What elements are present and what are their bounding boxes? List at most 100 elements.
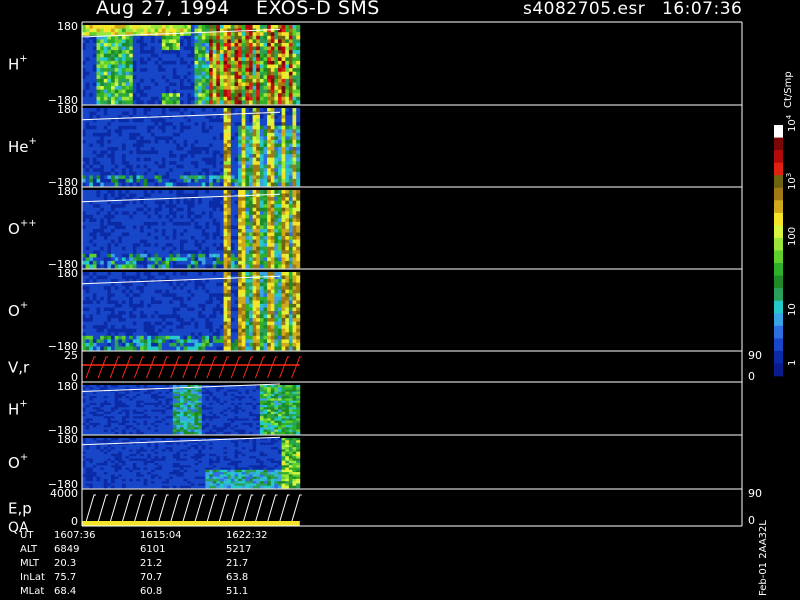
- spectrogram-cell: [281, 96, 286, 101]
- spectrogram-cell: [230, 53, 235, 58]
- spectrogram-cell: [176, 325, 181, 330]
- spectrogram-cell: [281, 39, 286, 44]
- spectrogram-cell: [245, 57, 250, 62]
- spectrogram-cell: [92, 335, 97, 340]
- spectrogram-cell: [169, 207, 174, 212]
- spectrogram-cell: [125, 204, 130, 209]
- spectrogram-cell: [194, 96, 199, 101]
- spectrogram-cell: [187, 161, 192, 166]
- spectrogram-cell: [201, 129, 206, 134]
- spectrogram-cell: [183, 211, 188, 216]
- spectrogram-cell: [143, 122, 148, 127]
- spectrogram-cell: [285, 46, 290, 51]
- spectrogram-cell: [274, 150, 279, 155]
- spectrogram-cell: [234, 221, 239, 226]
- spectrogram-cell: [147, 111, 152, 116]
- spectrogram-cell: [219, 325, 224, 330]
- spectrogram-cell: [143, 264, 148, 269]
- spectrogram-cell: [176, 221, 181, 226]
- spectrogram-cell: [172, 46, 177, 51]
- spectrogram-cell: [96, 303, 101, 308]
- spectrogram-cell: [158, 154, 163, 158]
- spectrogram-cell: [194, 171, 199, 176]
- spectrogram-cell: [161, 275, 166, 280]
- spectrogram-cell: [96, 168, 101, 173]
- spectrogram-cell: [129, 60, 134, 65]
- spectrogram-cell: [278, 35, 282, 40]
- spectrogram-cell: [194, 53, 199, 58]
- spectrogram-cell: [107, 236, 112, 240]
- spectrogram-cell: [172, 200, 177, 205]
- spectrogram-cell: [103, 43, 108, 47]
- spectrogram-cell: [278, 161, 282, 166]
- spectrogram-cell: [209, 342, 214, 347]
- spectrogram-cell: [103, 246, 108, 251]
- spectrogram-cell: [198, 71, 203, 76]
- spectrogram-cell: [111, 68, 115, 73]
- spectrogram-cell: [89, 46, 94, 51]
- spectrogram-cell: [194, 346, 199, 351]
- spectrogram-cell: [136, 175, 141, 180]
- spectrogram-cell: [296, 43, 301, 47]
- spectrogram-cell: [270, 53, 275, 58]
- spectrogram-cell: [205, 125, 210, 130]
- spectrogram-cell: [263, 68, 268, 73]
- spectrogram-cell: [154, 204, 159, 209]
- spectrogram-cell: [100, 289, 105, 294]
- panel-label-superscript: +: [29, 136, 37, 147]
- spectrogram-cell: [263, 204, 268, 209]
- spectrogram-cell: [143, 207, 148, 212]
- spectrogram-cell: [209, 314, 214, 319]
- spectrogram-cell: [227, 161, 232, 166]
- spectrogram-cell: [143, 311, 148, 315]
- spectrogram-cell: [85, 250, 90, 255]
- spectrogram-cell: [183, 225, 188, 230]
- spectrogram-cell: [274, 204, 279, 209]
- spectrogram-cell: [219, 125, 224, 130]
- spectrogram-cell: [212, 32, 217, 37]
- spectrogram-cell: [201, 64, 206, 69]
- spectrogram-cell: [259, 93, 264, 98]
- spectrogram-cell: [161, 57, 166, 62]
- spectrogram-cell: [111, 257, 115, 262]
- spectrogram-cell: [241, 143, 246, 148]
- spectrogram-cell: [288, 78, 293, 83]
- spectrogram-cell: [241, 136, 246, 141]
- spectrogram-cell: [238, 78, 243, 83]
- spectrogram-cell: [180, 125, 184, 130]
- spectrogram-cell: [270, 211, 275, 216]
- spectrogram-cell: [219, 253, 224, 258]
- spectrogram-cell: [194, 89, 199, 94]
- spectrogram-cell: [230, 325, 235, 330]
- spectrogram-cell: [165, 39, 170, 44]
- spectrogram-cell: [205, 197, 210, 201]
- spectrogram-cell: [238, 253, 243, 258]
- spectrogram-cell: [143, 232, 148, 237]
- spectrogram-cell: [194, 303, 199, 308]
- spectrogram-cell: [107, 164, 112, 169]
- spectrogram-cell: [230, 229, 235, 233]
- spectrogram-cell: [111, 332, 115, 337]
- spectrogram-cell: [121, 108, 126, 112]
- spectrogram-cell: [100, 311, 105, 315]
- spectrogram-cell: [201, 243, 206, 248]
- spectrogram-cell: [281, 225, 286, 230]
- spectrogram-cell: [219, 335, 224, 340]
- spectrogram-cell: [136, 232, 141, 237]
- spectrogram-cell: [285, 211, 290, 216]
- panel-label: O++: [8, 218, 37, 238]
- spectrogram-cell: [205, 335, 210, 340]
- spectrogram-cell: [252, 25, 257, 29]
- spectrogram-cell: [212, 35, 217, 40]
- spectrogram-cell: [129, 204, 134, 209]
- spectrogram-cell: [288, 211, 293, 216]
- spectrogram-cell: [96, 279, 101, 283]
- spectrogram-cell: [285, 64, 290, 69]
- spectrogram-cell: [281, 132, 286, 137]
- spectrogram-cell: [285, 89, 290, 94]
- spectrogram-cell: [165, 43, 170, 47]
- spectrogram-cell: [230, 100, 235, 105]
- spectrogram-cell: [161, 60, 166, 65]
- spectrogram-cell: [209, 264, 214, 269]
- spectrogram-cell: [223, 164, 228, 169]
